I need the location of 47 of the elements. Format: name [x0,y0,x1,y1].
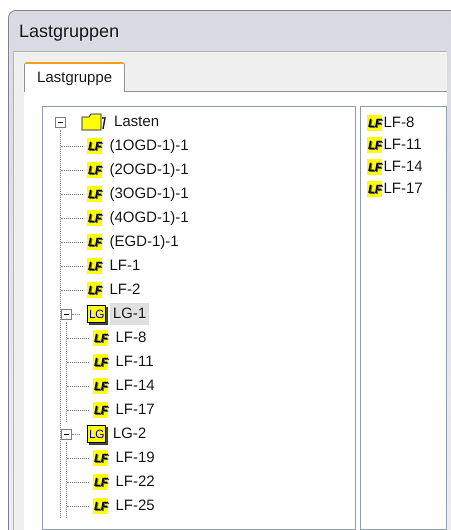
tree-item[interactable]: LF-1 [106,254,144,278]
load-icon: LF [367,159,382,175]
load-icon: LF [93,330,108,346]
folder-icon [81,113,107,131]
list-item[interactable]: LF-11 [383,134,422,156]
tree-item[interactable]: LF-19 [112,446,158,470]
tree-item[interactable]: (1OGD-1)-1 [106,134,192,158]
tree-item[interactable]: LF-14 [112,374,158,398]
load-icon: LF [87,258,102,274]
list-item[interactable]: LF-14 [383,156,423,178]
load-icon: LF [87,138,102,154]
load-icon: LF [87,282,102,298]
load-icon: LF [93,354,108,370]
tree-item[interactable]: LF-25 [112,494,158,518]
load-icon: LF [87,234,102,250]
load-icon: LF [87,186,102,202]
collapse-toggle[interactable] [61,428,72,440]
tree-item[interactable]: (3OGD-1)-1 [106,182,192,206]
window-title: Lastgruppen [18,20,120,43]
tree-item[interactable]: (4OGD-1)-1 [106,206,192,230]
tree-item[interactable]: LF-2 [106,278,144,302]
load-icon: LF [87,210,102,226]
group-icon: LG [87,305,106,323]
load-icon: LF [93,474,108,490]
load-icon: LF [93,498,108,514]
list-item[interactable]: LF-8 [383,112,414,134]
tree-item[interactable]: LF-17 [112,398,158,422]
load-icon: LF [93,402,108,418]
tree-item[interactable]: (2OGD-1)-1 [106,158,192,182]
load-icon: LF [367,115,382,131]
load-icon: LF [93,450,108,466]
load-icon: LF [93,378,108,394]
tree-item[interactable]: (EGD-1)-1 [106,230,182,254]
tree-item[interactable]: LG-2 [110,422,150,446]
tree-item[interactable]: LF-8 [112,326,150,350]
collapse-toggle[interactable] [55,116,66,128]
tab[interactable]: Lastgruppe [24,62,126,92]
load-icon: LF [367,137,382,153]
load-icon: LF [87,162,102,178]
collapse-toggle[interactable] [61,308,72,320]
tree-item[interactable]: LF-11 [112,350,157,374]
load-icon: LF [367,181,382,197]
list-item[interactable]: LF-17 [383,178,423,200]
tree-item[interactable]: LF-22 [112,470,158,494]
tree-item[interactable]: LG-1 [110,302,150,326]
tree-item[interactable]: Lasten [111,110,162,134]
group-icon: LG [87,425,106,443]
